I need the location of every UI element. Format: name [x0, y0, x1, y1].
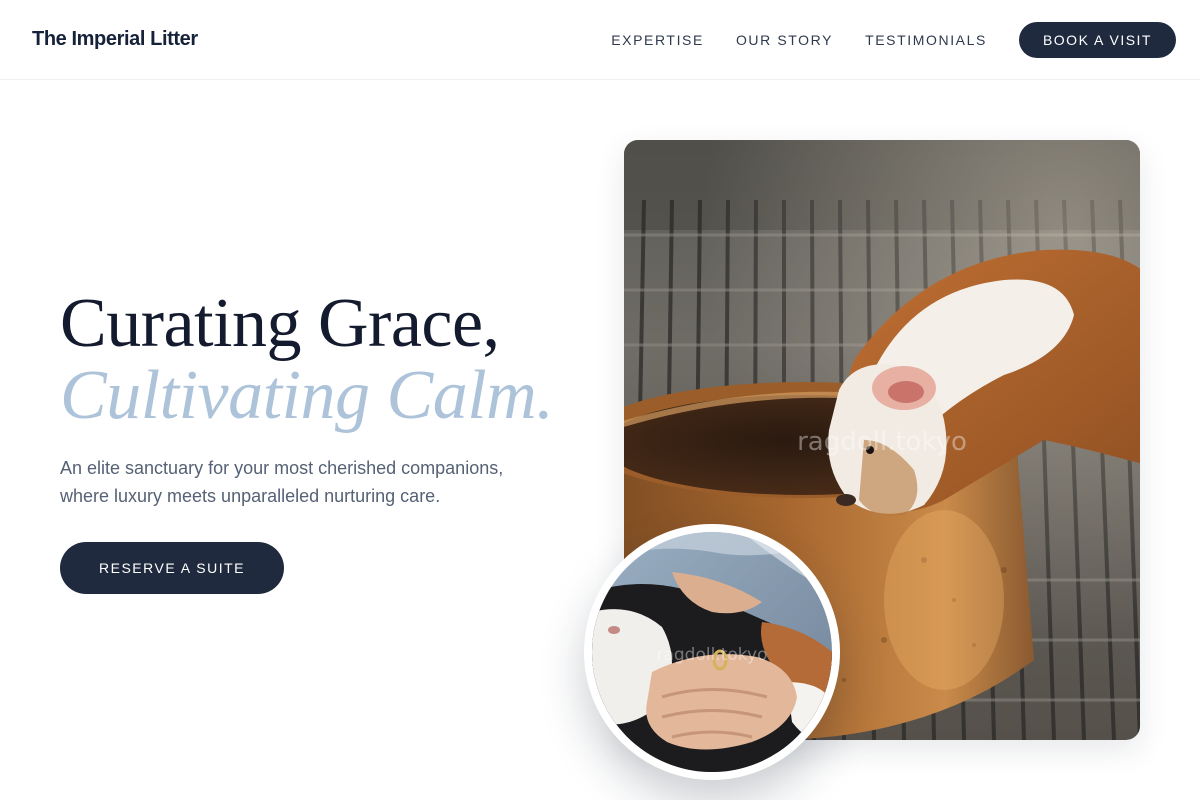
watermark-text: ragdoll.tokyo: [656, 645, 767, 665]
book-a-visit-button[interactable]: BOOK A VISIT: [1018, 21, 1176, 58]
reserve-a-suite-button[interactable]: RESERVE A SUITE: [60, 542, 284, 594]
nav-link-our-story[interactable]: OUR STORY: [736, 32, 833, 48]
hero-headline: Curating Grace, Cultivating Calm.: [60, 288, 600, 432]
nav-link-testimonials[interactable]: TESTIMONIALS: [865, 32, 987, 48]
cat-photo: ragdoll.tokyo: [592, 532, 832, 772]
headline-line-1: Curating Grace,: [60, 285, 500, 362]
main-nav: EXPERTISE OUR STORY TESTIMONIALS BOOK A …: [611, 21, 1176, 58]
hero-inset-photo: ragdoll.tokyo: [584, 524, 840, 780]
nav-link-expertise[interactable]: EXPERTISE: [611, 32, 704, 48]
brand-logo[interactable]: The Imperial Litter: [32, 28, 198, 51]
site-header: The Imperial Litter EXPERTISE OUR STORY …: [0, 0, 1200, 80]
hero-section: Curating Grace, Cultivating Calm. An eli…: [60, 288, 600, 594]
watermark-text: ragdoll.tokyo: [797, 427, 967, 457]
headline-line-2: Cultivating Calm.: [60, 357, 554, 434]
hero-subtext: An elite sanctuary for your most cherish…: [60, 458, 504, 506]
